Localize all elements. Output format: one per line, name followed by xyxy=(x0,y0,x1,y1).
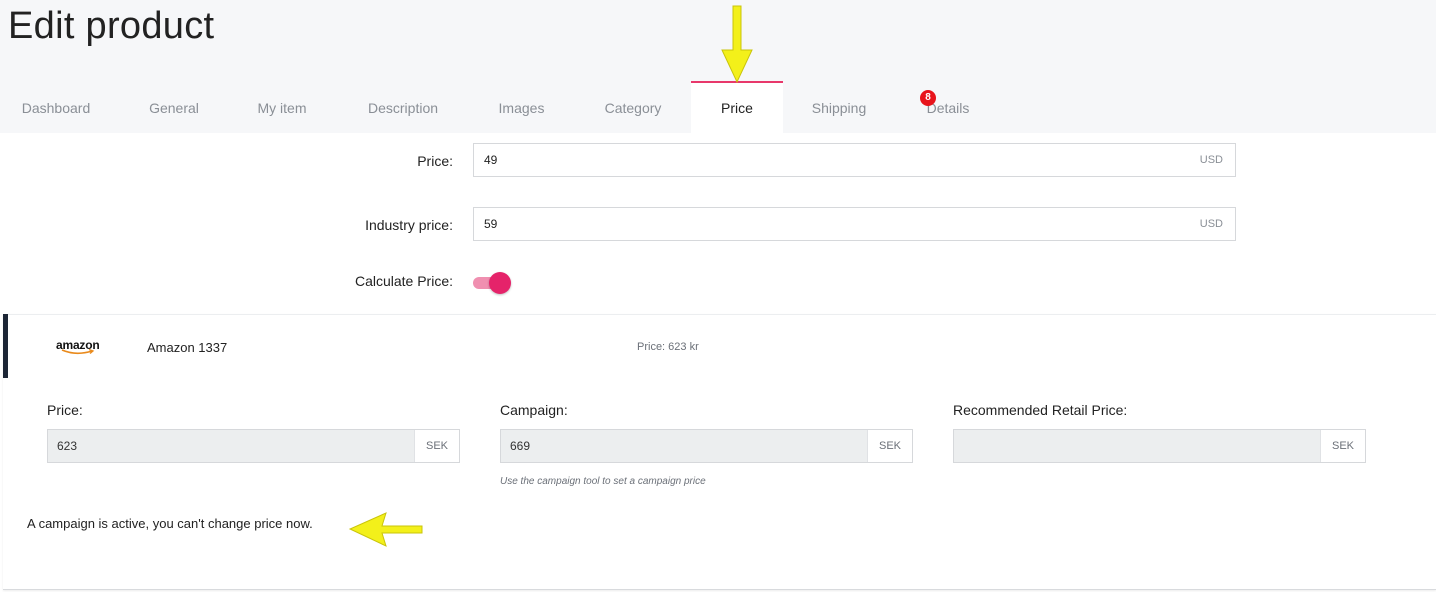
channel-price-summary: Price: 623 kr xyxy=(637,341,699,353)
industry-price-label: Industry price: xyxy=(365,217,453,233)
calculate-price-toggle[interactable] xyxy=(473,272,511,294)
rrp-field: SEK xyxy=(953,429,1366,463)
tab-my-item[interactable]: My item xyxy=(226,81,338,133)
campaign-active-notice: A campaign is active, you can't change p… xyxy=(27,516,313,531)
industry-price-input-value: 59 xyxy=(484,217,498,231)
tab-price[interactable]: Price xyxy=(691,81,783,133)
toggle-knob xyxy=(489,272,511,294)
tab-images[interactable]: Images xyxy=(472,81,571,133)
details-notification-badge: 8 xyxy=(920,90,936,106)
amazon-logo: amazon xyxy=(56,336,108,356)
tab-shipping[interactable]: Shipping xyxy=(794,81,884,133)
campaign-hint: Use the campaign tool to set a campaign … xyxy=(500,476,706,487)
tab-category[interactable]: Category xyxy=(582,81,684,133)
campaign-unit: SEK xyxy=(867,430,912,462)
calculate-price-label: Calculate Price: xyxy=(354,273,453,289)
price-input[interactable]: 49 USD xyxy=(473,143,1236,177)
channel-name: Amazon 1337 xyxy=(147,340,228,355)
price-input-value: 49 xyxy=(484,153,498,167)
page-title: Edit product xyxy=(8,5,215,47)
yellow-arrow-icon xyxy=(721,5,753,84)
price-label: Price: xyxy=(417,153,453,169)
channel-price-unit: SEK xyxy=(414,430,459,462)
industry-price-input[interactable]: 59 USD xyxy=(473,207,1236,241)
rrp-label: Recommended Retail Price: xyxy=(953,402,1128,418)
tab-dashboard[interactable]: Dashboard xyxy=(0,81,112,133)
tab-general[interactable]: General xyxy=(118,81,230,133)
yellow-arrow-icon xyxy=(348,512,423,547)
channel-price-value: 623 xyxy=(57,439,78,453)
amazon-smile-icon xyxy=(61,349,95,355)
campaign-value: 669 xyxy=(510,439,531,453)
tab-details[interactable]: Details xyxy=(904,81,992,133)
tab-description[interactable]: Description xyxy=(343,81,463,133)
campaign-field: 669 SEK xyxy=(500,429,913,463)
campaign-label: Campaign: xyxy=(500,402,568,418)
rrp-unit: SEK xyxy=(1320,430,1365,462)
industry-price-currency-unit: USD xyxy=(1199,218,1223,230)
channel-price-label: Price: xyxy=(47,402,83,418)
channel-card-stripe xyxy=(3,314,8,378)
channel-price-field: 623 SEK xyxy=(47,429,460,463)
price-currency-unit: USD xyxy=(1199,154,1223,166)
